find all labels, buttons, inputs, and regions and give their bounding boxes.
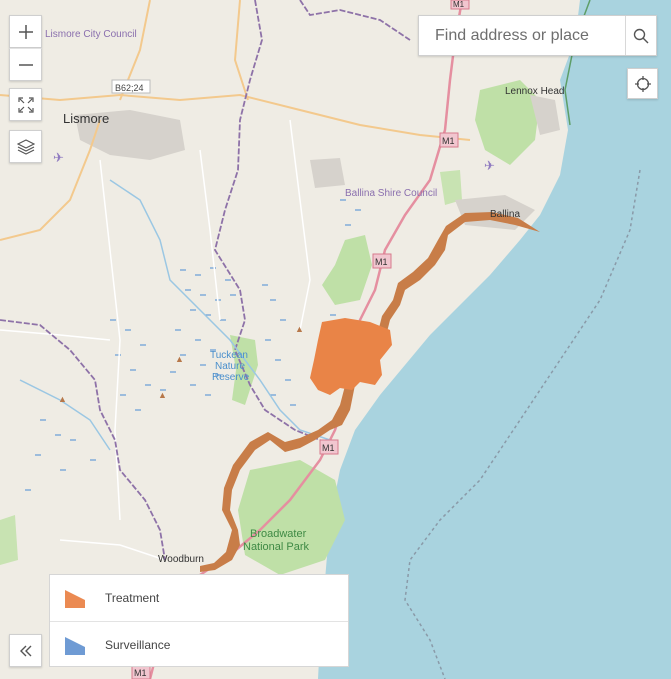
urban-center [310,158,345,188]
surveillance-swatch-icon [65,637,85,655]
search-input[interactable] [419,16,625,55]
search-box [418,15,657,56]
legend-label: Surveillance [105,638,171,652]
wetland-marks [25,199,361,491]
legend-label: Treatment [105,591,160,605]
minus-icon [18,63,33,66]
plus-icon [18,24,33,39]
layers-button[interactable] [9,130,42,163]
fullscreen-icon [17,96,34,113]
roads-secondary [0,0,471,241]
legend-item-treatment: Treatment [50,575,348,621]
zoom-in-button[interactable] [9,15,42,48]
collapse-legend-button[interactable] [9,634,42,667]
locate-icon [634,75,651,92]
legend-panel: Treatment Surveillance [49,574,349,667]
search-button[interactable] [625,16,656,55]
urban-lismore [75,110,185,160]
search-icon [633,28,649,43]
treatment-area [310,318,392,395]
legend-item-surveillance: Surveillance [50,621,348,668]
park-mid [322,235,372,305]
fullscreen-button[interactable] [9,88,42,121]
locate-button[interactable] [627,68,658,99]
park-west [0,515,18,565]
rivers [19,179,331,451]
park-lennox [475,80,540,165]
treatment-swatch-icon [65,590,85,608]
layers-icon [16,138,35,155]
zoom-out-button[interactable] [9,48,42,81]
double-chevron-left-icon [19,645,31,656]
